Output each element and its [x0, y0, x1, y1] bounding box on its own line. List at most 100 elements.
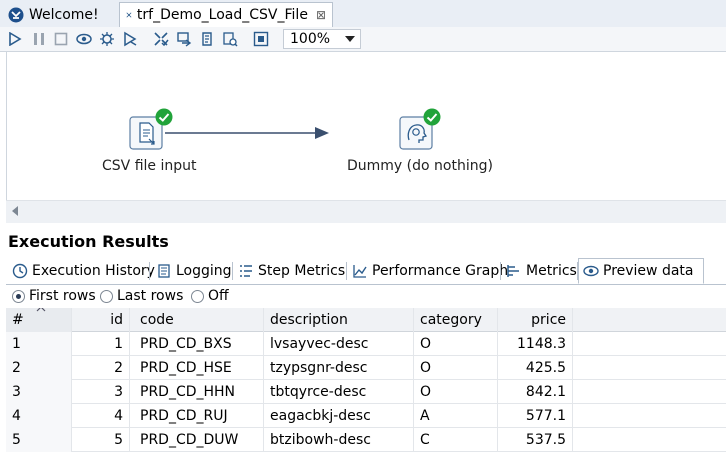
verify-icon — [154, 32, 169, 47]
debug-button[interactable] — [98, 30, 116, 48]
table-cell: tbtqyrce-desc — [264, 380, 414, 404]
table-cell: PRD_CD_BXS — [134, 332, 264, 356]
column-header[interactable]: # — [6, 308, 72, 332]
table-cell-filler — [573, 428, 726, 452]
column-header[interactable]: code — [134, 308, 264, 332]
table-cell: 1 — [72, 332, 130, 356]
table-cell: eagacbkj-desc — [264, 404, 414, 428]
tab-logging[interactable]: Logging — [152, 258, 236, 284]
tab-divider — [149, 262, 150, 280]
replay-button[interactable] — [121, 30, 139, 48]
radio-off[interactable]: Off — [191, 288, 229, 304]
canvas-horizontal-scrollbar[interactable] — [6, 200, 726, 223]
table-cell: 2 — [6, 356, 72, 380]
table-cell: 5 — [6, 428, 72, 452]
metrics-icon — [507, 265, 519, 277]
zoom-select[interactable]: 100% — [283, 29, 361, 49]
tab-divider — [346, 262, 347, 280]
table-cell: O — [414, 380, 498, 404]
table-row[interactable]: 2 2 PRD_CD_HSE tzypsgnr-desc O 425.5 — [6, 356, 726, 380]
tab-welcome[interactable]: Welcome! — [2, 2, 105, 27]
column-header[interactable]: description — [264, 308, 414, 332]
column-header-filler — [573, 308, 726, 332]
tab-label: Welcome! — [29, 6, 99, 23]
stop-button[interactable] — [52, 30, 70, 48]
table-cell: 2 — [72, 356, 130, 380]
tab-label: Logging — [176, 263, 232, 279]
tab-label: Step Metrics — [258, 263, 346, 279]
tab-step-metrics[interactable]: Step Metrics — [234, 258, 349, 284]
radio-label: Off — [208, 288, 229, 304]
arrow-head-icon — [315, 127, 329, 139]
radio-label: First rows — [29, 288, 96, 304]
table-cell: 842.1 — [498, 380, 573, 404]
preview-button[interactable] — [75, 30, 93, 48]
table-cell: O — [414, 332, 498, 356]
radio-dot[interactable] — [100, 289, 113, 303]
run-icon — [9, 32, 22, 46]
stop-icon — [54, 32, 68, 46]
scroll-left-icon[interactable] — [11, 206, 19, 216]
sql-icon — [202, 32, 212, 46]
sql-button[interactable] — [198, 30, 216, 48]
hop-connection[interactable] — [7, 52, 726, 200]
table-cell: 537.5 — [498, 428, 573, 452]
table-row[interactable]: 3 3 PRD_CD_HHN tbtqyrce-desc O 842.1 — [6, 380, 726, 404]
table-cell-filler — [573, 404, 726, 428]
pause-button[interactable] — [30, 30, 48, 48]
preview-icon — [76, 33, 92, 45]
logging-icon — [158, 264, 170, 278]
column-header[interactable]: price — [498, 308, 573, 332]
tab-divider — [232, 262, 233, 280]
table-row[interactable]: 1 1 PRD_CD_BXS lvsayvec-desc O 1148.3 — [6, 332, 726, 356]
tab-metrics[interactable]: Metrics — [502, 258, 581, 284]
tab-divider — [500, 262, 501, 280]
radio-first-rows[interactable]: First rows — [12, 288, 96, 304]
table-row[interactable]: 4 4 PRD_CD_RUJ eagacbkj-desc A 577.1 — [6, 404, 726, 428]
tab-label: Performance Graph — [372, 263, 509, 279]
table-cell: C — [414, 428, 498, 452]
table-cell: 1148.3 — [498, 332, 573, 356]
column-header[interactable]: id — [72, 308, 130, 332]
grid-toggle-button[interactable] — [252, 30, 270, 48]
step-label: Dummy (do nothing) — [347, 158, 493, 174]
column-header[interactable]: category — [414, 308, 498, 332]
radio-label: Last rows — [117, 288, 184, 304]
tab-label: Metrics — [526, 263, 577, 279]
tab-preview-data[interactable]: Preview data — [578, 258, 704, 284]
table-cell: 3 — [72, 380, 130, 404]
grid-toggle-icon — [253, 31, 269, 47]
execution-tabs: Execution History Logging Step Metrics P… — [6, 258, 726, 285]
run-button[interactable] — [6, 30, 24, 48]
preview-data-table: # id code description category price 1 1… — [6, 308, 726, 457]
table-cell: 5 — [72, 428, 130, 452]
history-icon — [12, 263, 28, 279]
chevron-down-icon — [345, 36, 355, 42]
radio-dot[interactable] — [191, 289, 204, 303]
table-row[interactable]: 5 5 PRD_CD_DUW btzibowh-desc C 537.5 — [6, 428, 726, 452]
editor-tab-bar: Welcome! trf_Demo_Load_CSV_File ⊠ — [0, 0, 726, 28]
table-cell: PRD_CD_DUW — [134, 428, 264, 452]
step-metrics-icon — [240, 265, 252, 277]
table-cell: tzypsgnr-desc — [264, 356, 414, 380]
tab-transformation[interactable]: trf_Demo_Load_CSV_File ⊠ — [119, 2, 333, 27]
debug-icon — [100, 32, 114, 46]
table-cell-filler — [573, 356, 726, 380]
preview-row-mode: First rows Last rows Off — [6, 286, 726, 308]
table-cell: PRD_CD_RUJ — [134, 404, 264, 428]
table-cell: 4 — [72, 404, 130, 428]
table-cell: 3 — [6, 380, 72, 404]
explore-db-button[interactable] — [221, 30, 239, 48]
close-icon[interactable]: ⊠ — [316, 8, 326, 22]
radio-dot[interactable] — [12, 289, 25, 303]
verify-button[interactable] — [152, 30, 170, 48]
table-cell: lvsayvec-desc — [264, 332, 414, 356]
impact-button[interactable] — [175, 30, 193, 48]
tab-execution-history[interactable]: Execution History — [8, 258, 159, 284]
tab-performance-graph[interactable]: Performance Graph — [348, 258, 512, 284]
table-cell-filler — [573, 380, 726, 404]
radio-last-rows[interactable]: Last rows — [100, 288, 183, 304]
pause-icon — [34, 33, 44, 45]
transformation-canvas[interactable]: CSV file input Dummy (do nothing) — [6, 52, 726, 222]
table-cell: 4 — [6, 404, 72, 428]
